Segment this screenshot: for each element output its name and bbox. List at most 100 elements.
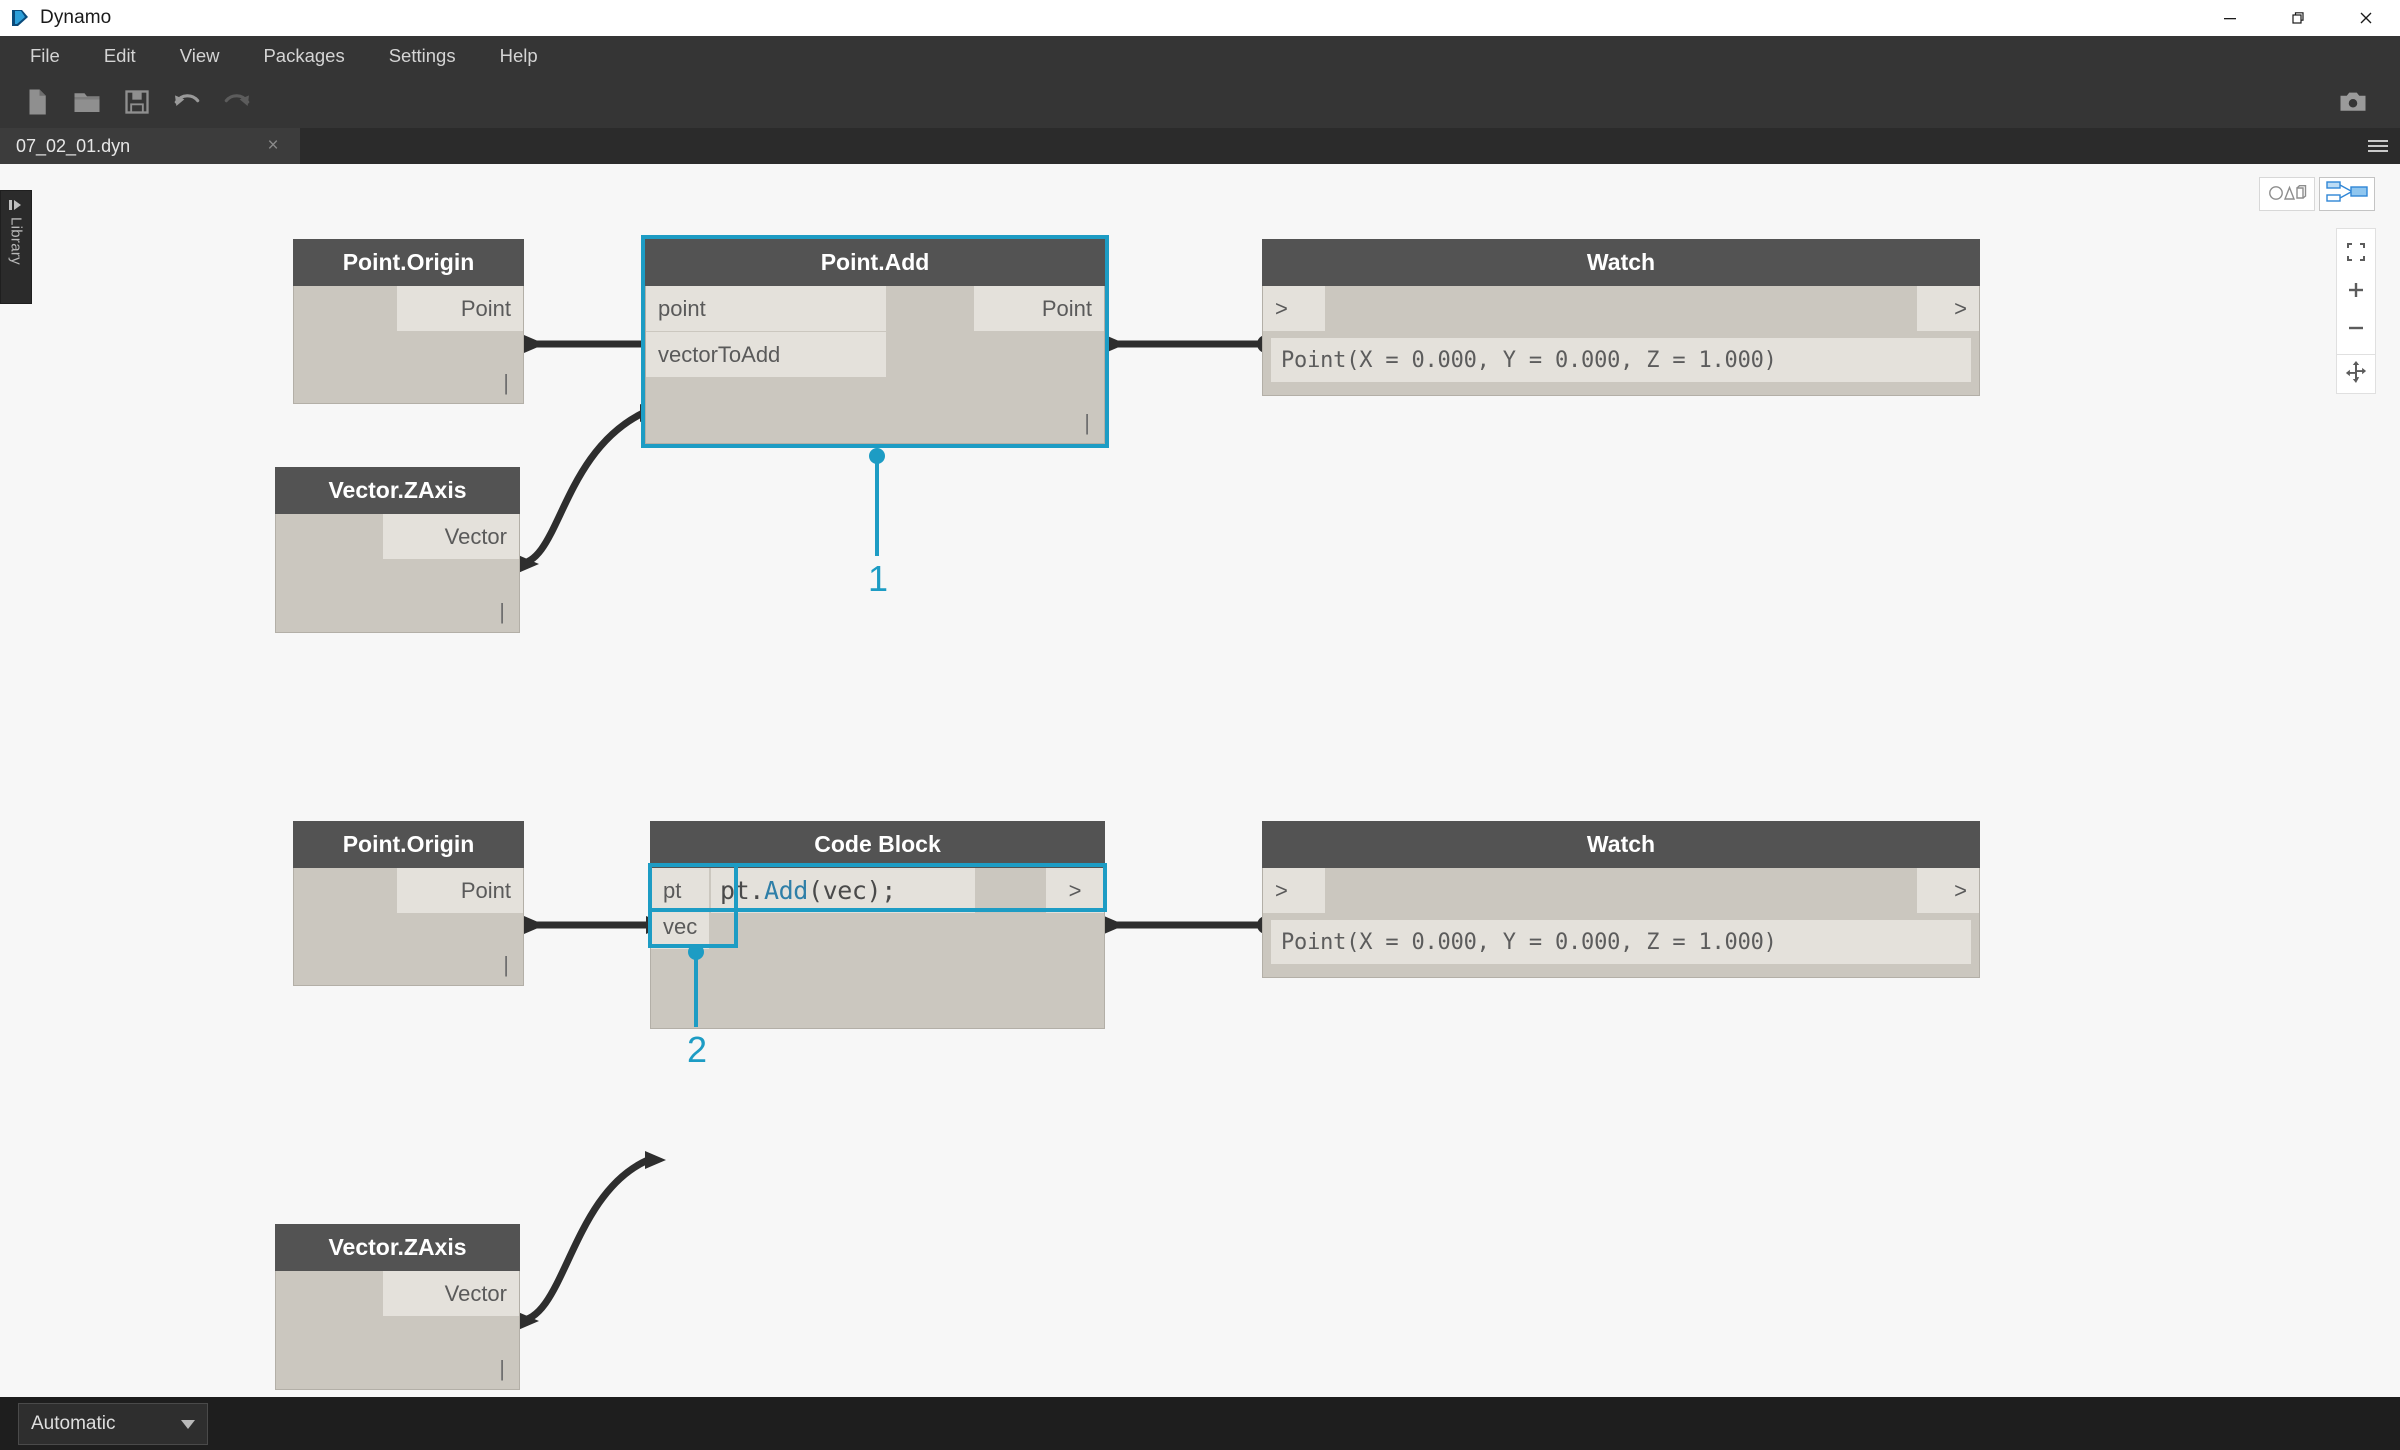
- menu-item-help[interactable]: Help: [478, 38, 560, 74]
- node-watch-1[interactable]: Watch > > Point(X = 0.000, Y = 0.000, Z …: [1262, 239, 1980, 396]
- output-port-chevron[interactable]: >: [1046, 868, 1104, 913]
- graph-view-toggle[interactable]: [2319, 177, 2375, 211]
- zoom-out-button[interactable]: [2336, 311, 2376, 349]
- new-file-button[interactable]: [12, 80, 62, 124]
- watch-result-text: Point(X = 0.000, Y = 0.000, Z = 1.000): [1271, 338, 1971, 382]
- node-title: Vector.ZAxis: [275, 467, 520, 514]
- zoom-controls: [2336, 228, 2376, 356]
- node-body: > > Point(X = 0.000, Y = 0.000, Z = 1.00…: [1262, 868, 1980, 978]
- node-body: point vectorToAdd Point |: [645, 286, 1105, 444]
- watch-result-text: Point(X = 0.000, Y = 0.000, Z = 1.000): [1271, 920, 1971, 964]
- node-title: Vector.ZAxis: [275, 1224, 520, 1271]
- callout-stem: [694, 952, 698, 1027]
- node-code-block-1[interactable]: Code Block pt vec pt. Add (vec); >: [650, 821, 1105, 1029]
- input-port-point[interactable]: point: [646, 286, 886, 331]
- tab-bar-empty-space: [300, 128, 2356, 164]
- lacing-indicator[interactable]: |: [503, 952, 509, 978]
- expand-panel-icon: [8, 198, 24, 212]
- node-title: Code Block: [650, 821, 1105, 868]
- code-function-name: Add: [763, 876, 808, 905]
- output-port-chevron[interactable]: >: [1917, 286, 1979, 331]
- zoom-in-button[interactable]: [2336, 273, 2376, 311]
- document-tab-bar: 07_02_01.dyn ×: [0, 128, 2400, 164]
- menu-item-packages[interactable]: Packages: [241, 38, 366, 74]
- fit-to-screen-icon: [2346, 242, 2366, 267]
- node-point-add-1[interactable]: Point.Add point vectorToAdd Point |: [645, 239, 1105, 444]
- menu-item-edit[interactable]: Edit: [82, 38, 158, 74]
- node-title: Watch: [1262, 821, 1980, 868]
- node-vector-zaxis-2[interactable]: Vector.ZAxis Vector |: [275, 1224, 520, 1390]
- node-vector-zaxis-1[interactable]: Vector.ZAxis Vector |: [275, 467, 520, 633]
- input-port-chevron[interactable]: >: [1263, 868, 1325, 913]
- restore-button[interactable]: [2264, 0, 2332, 36]
- save-file-button[interactable]: [112, 80, 162, 124]
- node-body: > > Point(X = 0.000, Y = 0.000, Z = 1.00…: [1262, 286, 1980, 396]
- callout-number: 1: [868, 558, 889, 599]
- lacing-indicator[interactable]: |: [1084, 410, 1090, 436]
- pan-move-icon: [2345, 360, 2367, 388]
- pan-button[interactable]: [2336, 354, 2376, 394]
- dynamo-logo-icon: [10, 8, 30, 28]
- node-body: Vector |: [275, 1271, 520, 1390]
- lacing-indicator[interactable]: |: [499, 599, 505, 625]
- window-controls: [2196, 0, 2400, 36]
- node-title: Watch: [1262, 239, 1980, 286]
- document-tab[interactable]: 07_02_01.dyn ×: [0, 128, 300, 164]
- view-mode-toggle-group: [2259, 177, 2375, 211]
- node-title: Point.Origin: [293, 239, 524, 286]
- run-mode-label: Automatic: [31, 1412, 116, 1434]
- title-bar: Dynamo: [0, 0, 2400, 36]
- node-title: Point.Origin: [293, 821, 524, 868]
- node-point-origin-1[interactable]: Point.Origin Point |: [293, 239, 524, 404]
- node-body: Point |: [293, 868, 524, 986]
- menu-item-view[interactable]: View: [158, 38, 242, 74]
- node-body: Point |: [293, 286, 524, 404]
- node-graph-icon: [2326, 180, 2368, 209]
- callout-stem: [875, 456, 879, 556]
- input-port-vec[interactable]: vec: [651, 904, 709, 949]
- open-file-button[interactable]: [62, 80, 112, 124]
- main-toolbar: [0, 76, 2400, 128]
- output-port-point[interactable]: Point: [397, 868, 523, 913]
- chevron-down-icon: [181, 1413, 195, 1435]
- status-bar: Automatic: [0, 1397, 2400, 1450]
- lacing-indicator[interactable]: |: [503, 370, 509, 396]
- menu-bar: File Edit View Packages Settings Help: [0, 36, 2400, 76]
- hamburger-menu-icon[interactable]: [2356, 128, 2400, 164]
- minus-icon: [2346, 318, 2366, 343]
- lacing-indicator[interactable]: |: [499, 1356, 505, 1382]
- code-block-editor[interactable]: pt. Add (vec);: [711, 868, 975, 913]
- screenshot-button[interactable]: [2328, 80, 2378, 124]
- redo-button[interactable]: [212, 80, 262, 124]
- library-panel-tab[interactable]: Library: [0, 190, 32, 304]
- output-port-vector[interactable]: Vector: [383, 1271, 519, 1316]
- node-point-origin-2[interactable]: Point.Origin Point |: [293, 821, 524, 986]
- graph-canvas[interactable]: Library Point.Origin Point | Vector.ZAxi…: [0, 164, 2400, 1397]
- geometry-shapes-icon: [2267, 182, 2307, 207]
- minimize-button[interactable]: [2196, 0, 2264, 36]
- undo-button[interactable]: [162, 80, 212, 124]
- node-watch-2[interactable]: Watch > > Point(X = 0.000, Y = 0.000, Z …: [1262, 821, 1980, 978]
- plus-icon: [2346, 280, 2366, 305]
- library-panel-label: Library: [7, 217, 25, 265]
- app-title: Dynamo: [40, 7, 112, 28]
- callout-number: 2: [687, 1029, 708, 1070]
- output-port-vector[interactable]: Vector: [383, 514, 519, 559]
- node-body: pt vec pt. Add (vec); >: [650, 868, 1105, 1029]
- input-port-vectortoadd[interactable]: vectorToAdd: [646, 332, 886, 377]
- output-port-chevron[interactable]: >: [1917, 868, 1979, 913]
- node-title: Point.Add: [645, 239, 1105, 286]
- document-tab-label: 07_02_01.dyn: [16, 135, 131, 156]
- menu-item-file[interactable]: File: [8, 38, 82, 74]
- code-prefix: pt.: [720, 876, 764, 905]
- zoom-to-fit-button[interactable]: [2336, 235, 2376, 273]
- 3d-preview-toggle[interactable]: [2259, 177, 2315, 211]
- output-port-point[interactable]: Point: [974, 286, 1104, 331]
- run-mode-select[interactable]: Automatic: [18, 1402, 208, 1445]
- close-icon[interactable]: ×: [260, 135, 286, 157]
- input-port-chevron[interactable]: >: [1263, 286, 1325, 331]
- menu-item-settings[interactable]: Settings: [367, 38, 478, 74]
- output-port-point[interactable]: Point: [397, 286, 523, 331]
- close-button[interactable]: [2332, 0, 2400, 36]
- node-body: Vector |: [275, 514, 520, 633]
